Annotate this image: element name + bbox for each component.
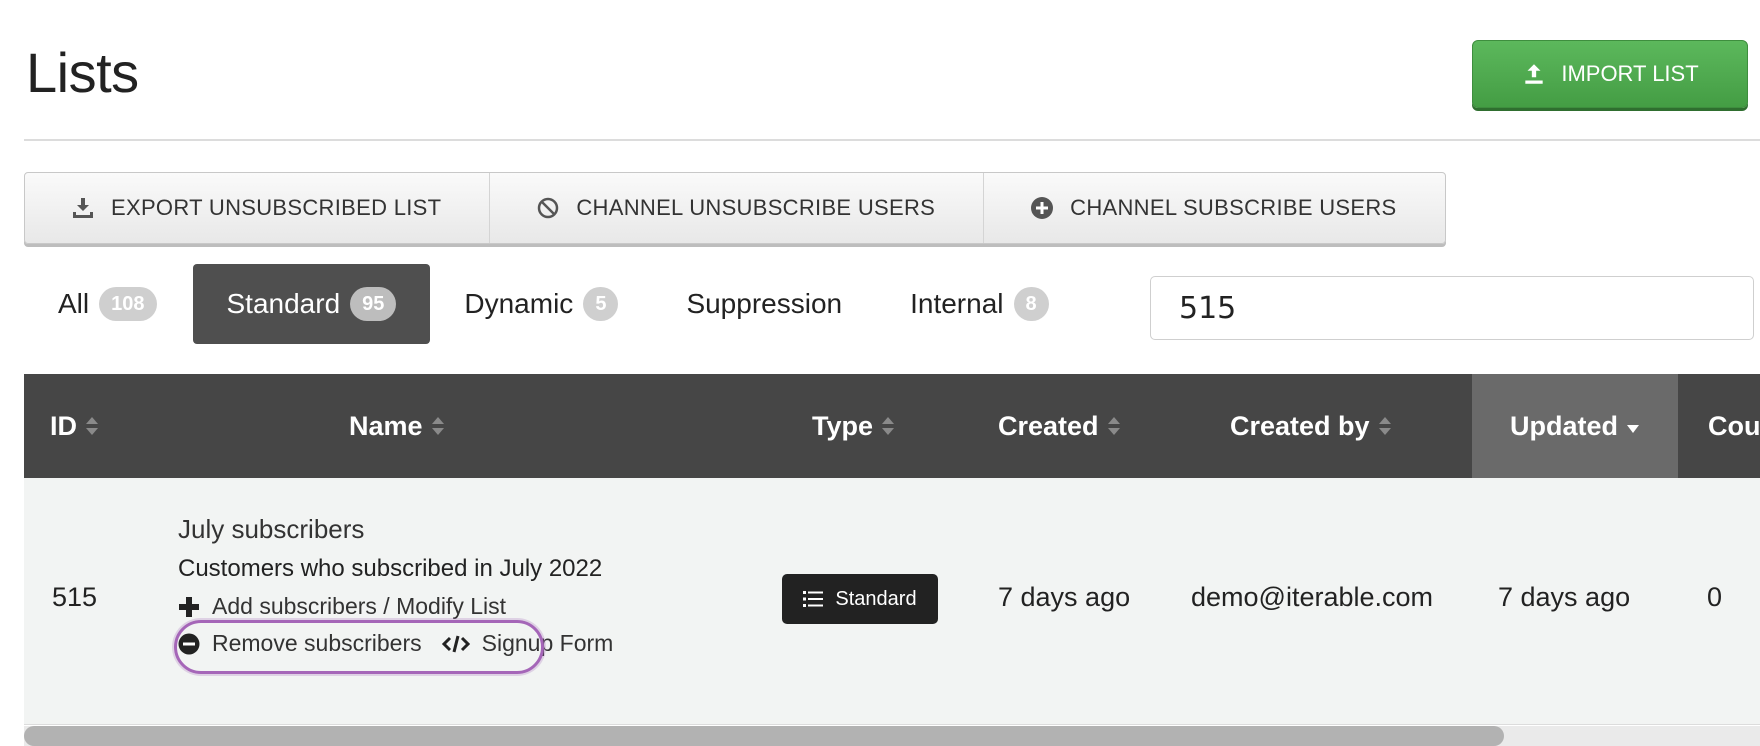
column-created-by-label: Created by [1230, 410, 1370, 441]
list-name: July subscribers [178, 514, 365, 544]
created-value: 7 days ago [998, 582, 1131, 612]
tab-suppression-label: Suppression [686, 288, 843, 319]
code-icon [441, 635, 470, 652]
column-count-label: Cou [1708, 410, 1760, 441]
caret-down-icon [1627, 425, 1639, 433]
sort-icon [1378, 417, 1391, 435]
import-list-button[interactable]: IMPORT LIST [1472, 40, 1748, 108]
list-icon [803, 591, 824, 607]
list-type-tabs: All 108 Standard 95 Dynamic 5 Suppressio… [24, 264, 1083, 344]
column-header-created-by[interactable]: Created by [1230, 374, 1392, 478]
column-header-type[interactable]: Type [812, 374, 895, 478]
created-by-value: demo@iterable.com [1191, 582, 1434, 612]
page-title: Lists [26, 41, 139, 104]
tab-internal-count: 8 [1013, 287, 1049, 321]
sort-icon [431, 417, 444, 435]
column-header-name[interactable]: Name [349, 374, 445, 478]
count-value: 0 [1707, 582, 1723, 612]
bulk-actions-toolbar: EXPORT UNSUBSCRIBED LIST CHANNEL UNSUBSC… [24, 172, 1446, 244]
secondary-actions: Remove subscribers Signup Form [178, 630, 613, 657]
add-subscribers-link[interactable]: Add subscribers / Modify List [178, 593, 613, 620]
list-id: 515 [52, 582, 98, 612]
column-header-count[interactable]: Cou [1708, 374, 1760, 478]
updated-value: 7 days ago [1498, 582, 1631, 612]
tab-all[interactable]: All 108 [24, 264, 193, 344]
table-header: ID Name Type Created Created by Updated … [24, 374, 1760, 478]
column-id-label: ID [50, 410, 77, 441]
search-input[interactable] [1150, 276, 1754, 340]
export-unsubscribed-button[interactable]: EXPORT UNSUBSCRIBED LIST [25, 173, 491, 243]
tab-dynamic[interactable]: Dynamic 5 [430, 264, 652, 344]
plus-icon [179, 596, 199, 617]
channel-unsubscribe-button[interactable]: CHANNEL UNSUBSCRIBE USERS [490, 173, 985, 243]
tab-internal-label: Internal [910, 288, 1004, 319]
type-badge: Standard [782, 574, 938, 624]
tab-all-count: 108 [99, 287, 157, 321]
signup-form-link[interactable]: Signup Form [441, 630, 614, 657]
column-header-id[interactable]: ID [50, 374, 99, 478]
remove-subscribers-link[interactable]: Remove subscribers [178, 630, 422, 657]
list-name-cell: July subscribers Customers who subscribe… [174, 514, 613, 674]
signup-form-label: Signup Form [481, 630, 614, 656]
export-unsubscribed-label: EXPORT UNSUBSCRIBED LIST [111, 195, 442, 220]
type-badge-label: Standard [835, 587, 917, 610]
minus-circle-icon [178, 633, 200, 654]
channel-subscribe-label: CHANNEL SUBSCRIBE USERS [1070, 195, 1397, 220]
sort-icon [882, 417, 895, 435]
list-description: Customers who subscribed in July 2022 [178, 555, 603, 582]
sort-icon [1107, 417, 1120, 435]
upload-icon [1525, 64, 1543, 84]
header-divider [24, 139, 1760, 141]
tab-internal[interactable]: Internal 8 [876, 264, 1083, 344]
tab-suppression[interactable]: Suppression [652, 264, 876, 344]
tab-all-label: All [58, 288, 90, 319]
channel-unsubscribe-label: CHANNEL UNSUBSCRIBE USERS [576, 195, 936, 220]
remove-subscribers-label: Remove subscribers [212, 630, 422, 656]
tab-dynamic-count: 5 [583, 287, 619, 321]
tab-dynamic-label: Dynamic [464, 288, 574, 319]
column-type-label: Type [812, 410, 874, 441]
tab-standard-count: 95 [350, 287, 397, 321]
lists-page: Lists IMPORT LIST EXPORT UNSUBSCRIBED LI… [0, 0, 1760, 746]
tab-standard-label: Standard [226, 288, 341, 319]
download-icon [73, 198, 93, 218]
column-created-label: Created [998, 410, 1099, 441]
tab-standard[interactable]: Standard 95 [192, 264, 431, 344]
add-subscribers-label: Add subscribers / Modify List [212, 593, 507, 619]
table-row: 515 July subscribers Customers who subsc… [24, 478, 1760, 725]
column-header-created[interactable]: Created [998, 374, 1121, 478]
lists-table: ID Name Type Created Created by Updated … [24, 374, 1760, 746]
column-updated-label: Updated [1510, 410, 1618, 441]
import-list-label: IMPORT LIST [1561, 61, 1699, 86]
column-name-label: Name [349, 410, 423, 441]
ban-icon [538, 197, 559, 219]
horizontal-scrollbar-thumb[interactable] [24, 726, 1504, 746]
sort-icon [86, 417, 98, 435]
column-header-updated[interactable]: Updated [1472, 374, 1678, 478]
plus-circle-icon [1031, 197, 1054, 219]
channel-subscribe-button[interactable]: CHANNEL SUBSCRIBE USERS [984, 173, 1444, 243]
